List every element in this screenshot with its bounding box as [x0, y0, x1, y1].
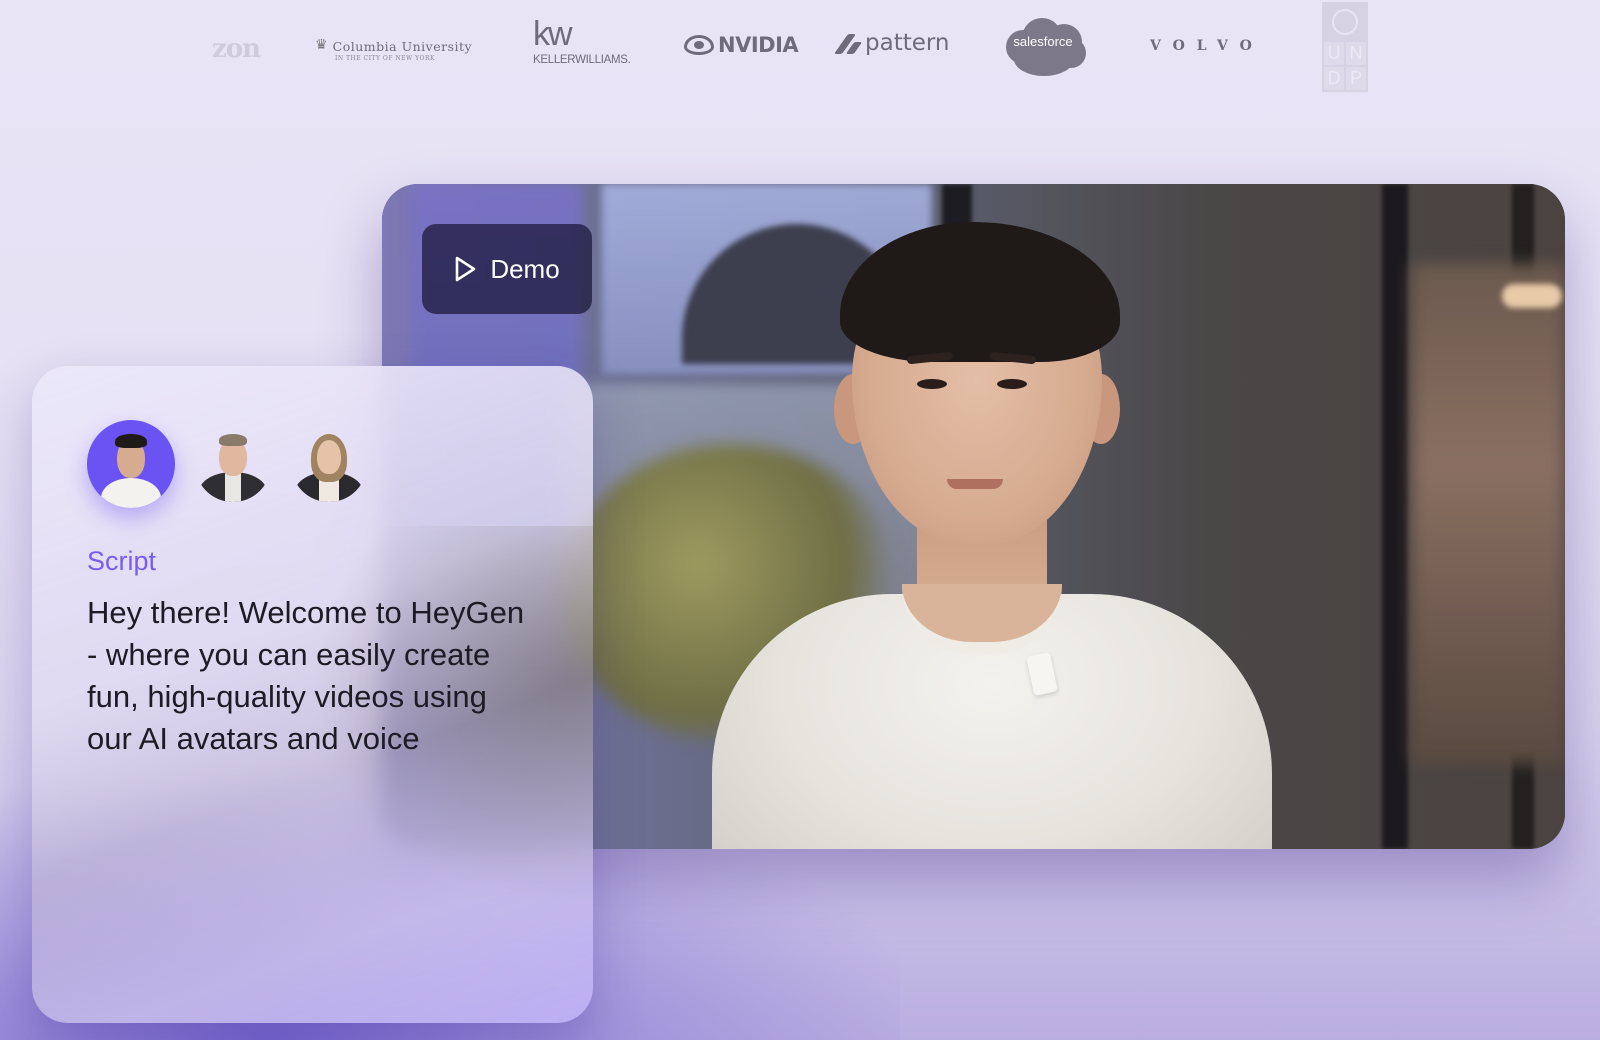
customer-logo-strip: zon ♛ Columbia University IN THE CITY OF…: [0, 0, 1600, 100]
amazon-logo: zon: [212, 34, 261, 64]
globe-icon: [1324, 4, 1366, 40]
columbia-university-logo: ♛ Columbia University IN THE CITY OF NEW…: [315, 37, 473, 62]
avatar-woman-blazer[interactable]: [291, 426, 367, 502]
script-panel: Script Hey there! Welcome to HeyGen - wh…: [32, 366, 593, 1023]
salesforce-logo: salesforce: [1000, 16, 1086, 76]
undp-logo: U N D P: [1322, 2, 1368, 92]
crown-icon: ♛: [315, 37, 328, 53]
volvo-logo: VOLVO: [1150, 38, 1264, 54]
pattern-logo: pattern: [837, 30, 950, 56]
script-text[interactable]: Hey there! Welcome to HeyGen - where you…: [87, 592, 537, 760]
demo-label: Demo: [490, 253, 560, 284]
avatar-man-suit[interactable]: [195, 426, 271, 502]
pattern-mark-icon: [837, 34, 859, 52]
script-label: Script: [87, 546, 157, 576]
demo-play-button[interactable]: Demo: [422, 224, 592, 314]
play-icon: [456, 256, 476, 282]
nvidia-eye-icon: [684, 35, 714, 55]
keller-williams-logo: kw KELLERWILLIAMS.: [533, 15, 631, 66]
avatar-selector: [87, 420, 367, 508]
avatar-presenter: [672, 204, 1292, 849]
avatar-young-man[interactable]: [87, 420, 175, 508]
nvidia-logo: NVIDIA: [684, 33, 799, 57]
